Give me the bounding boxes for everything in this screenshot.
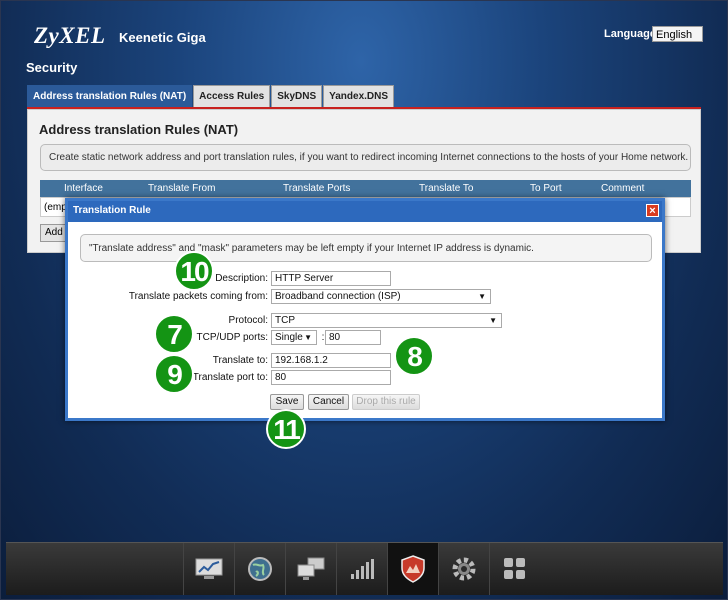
save-button[interactable]: Save [270, 394, 304, 410]
network-computers-icon [297, 557, 325, 580]
rules-table-header: Interface Translate From Translate Ports… [40, 180, 691, 197]
panel-title: Address translation Rules (NAT) [39, 122, 239, 137]
chevron-down-icon: ▼ [304, 333, 312, 342]
chevron-down-icon: ▼ [478, 292, 486, 301]
translate-to-field[interactable]: 192.168.1.2 [271, 353, 391, 368]
panel-info-box: Create static network address and port t… [40, 144, 691, 171]
ports-field[interactable]: 80 [325, 330, 381, 345]
protocol-label: Protocol: [228, 315, 268, 326]
nav-apps[interactable] [489, 543, 540, 595]
monitor-chart-icon [195, 558, 223, 579]
dialog-info-box: "Translate address" and "mask" parameter… [80, 234, 652, 262]
globe-icon [248, 557, 272, 581]
protocol-select[interactable]: TCP ▼ [271, 313, 502, 328]
device-model: Keenetic Giga [119, 30, 206, 45]
tab-nat[interactable]: Address translation Rules (NAT) [27, 85, 193, 107]
tab-access-rules[interactable]: Access Rules [193, 85, 271, 107]
step-badge-10: 10 [174, 251, 214, 291]
translate-from-select[interactable]: Broadband connection (ISP) ▼ [271, 289, 491, 304]
step-badge-9: 9 [154, 354, 194, 394]
description-field[interactable]: HTTP Server [271, 271, 391, 286]
gear-icon [452, 557, 476, 581]
translation-rule-dialog: Translation Rule × "Translate address" a… [65, 198, 665, 421]
dialog-title: Translation Rule [73, 205, 151, 216]
ports-mode-value: Single [275, 332, 303, 343]
cancel-button[interactable]: Cancel [308, 394, 349, 410]
step-badge-7: 7 [154, 314, 194, 354]
dialog-titlebar: Translation Rule × [68, 201, 662, 222]
nav-internet[interactable] [234, 543, 285, 595]
translate-to-label: Translate to: [212, 355, 268, 366]
zyxel-logo: ZyXEL [34, 23, 106, 48]
nav-system[interactable] [438, 543, 489, 595]
security-shield-icon [401, 555, 425, 583]
translate-from-label: Translate packets coming from: [128, 291, 268, 302]
close-icon[interactable]: × [646, 204, 659, 217]
translate-from-value: Broadband connection (ISP) [275, 291, 401, 302]
protocol-value: TCP [275, 315, 295, 326]
tab-bar: Address translation Rules (NAT) Access R… [27, 85, 395, 107]
col-comment: Comment [601, 183, 645, 194]
step-badge-11: 11 [266, 409, 306, 449]
translate-port-field[interactable]: 80 [271, 370, 391, 385]
signal-bars-icon [351, 559, 374, 579]
drop-rule-button[interactable]: Drop this rule [352, 394, 420, 410]
col-translate-to: Translate To [419, 183, 474, 194]
col-to-port: To Port [530, 183, 562, 194]
router-admin-window: ZyXEL Keenetic Giga Language: English Se… [0, 0, 728, 600]
tab-yandex-dns[interactable]: Yandex.DNS [323, 85, 395, 107]
col-interface: Interface [64, 183, 103, 194]
ports-label: TCP/UDP ports: [196, 332, 269, 343]
ports-mode-select[interactable]: Single ▼ [271, 330, 317, 345]
bottom-nav-bar [6, 542, 723, 595]
apps-grid-icon [504, 558, 525, 579]
tab-skydns[interactable]: SkyDNS [271, 85, 323, 107]
col-translate-ports: Translate Ports [283, 183, 351, 194]
page-title: Security [26, 60, 78, 75]
nav-monitor[interactable] [183, 543, 234, 595]
nav-home-network[interactable] [285, 543, 336, 595]
empty-row-text: (emp [44, 202, 67, 213]
chevron-down-icon: ▼ [489, 316, 497, 325]
language-select[interactable]: English [652, 26, 703, 42]
nav-security[interactable] [387, 543, 438, 595]
nav-wifi[interactable] [336, 543, 387, 595]
step-badge-8: 8 [394, 336, 434, 376]
col-translate-from: Translate From [148, 183, 216, 194]
